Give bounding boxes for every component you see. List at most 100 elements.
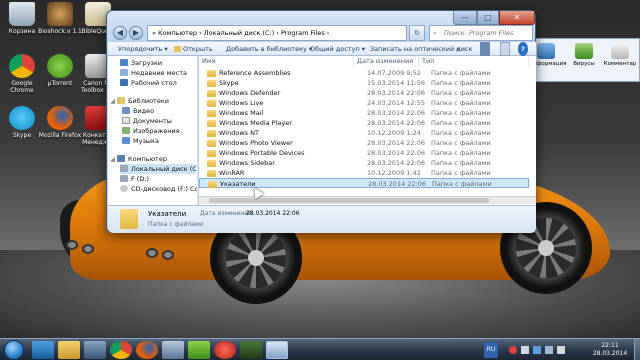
file-date: 15.03.2014 11:56	[367, 79, 426, 87]
network-icon[interactable]	[544, 346, 553, 354]
nav-item-drive-c[interactable]: Локальный диск (C:)	[120, 164, 197, 174]
add-to-library-button[interactable]: Добавить в библиотеку ▾	[226, 42, 312, 56]
taskbar-app-button[interactable]	[162, 341, 184, 359]
file-row[interactable]: Windows Mail 28.03.2014 22:06 Папка с файл…	[199, 108, 529, 118]
file-date: 28.03.2014 22:06	[367, 89, 426, 97]
details-type: Папка с файлами	[148, 221, 204, 228]
chrome-icon	[9, 54, 35, 78]
file-row[interactable]: Windows Live 24.03.2014 12:55 Папка с файл…	[199, 98, 529, 108]
nav-item-libraries[interactable]: ◢ Библиотеки	[110, 96, 169, 106]
minimize-button[interactable]: —	[453, 11, 477, 25]
file-name: Windows Defender	[219, 89, 281, 97]
nav-item-computer[interactable]: ◢ Компьютер	[110, 154, 167, 164]
tray-icon[interactable]	[509, 346, 518, 354]
taskbar-opera-button[interactable]	[214, 341, 236, 359]
computer-icon	[117, 155, 125, 162]
start-button[interactable]	[4, 340, 24, 360]
maximize-button[interactable]: □	[477, 11, 499, 25]
file-type: Папка с файлами	[431, 119, 491, 127]
search-placeholder: Поиск: Program Files	[444, 29, 514, 37]
refresh-button[interactable]: ↻	[409, 25, 425, 41]
help-icon[interactable]: ?	[518, 42, 528, 56]
file-row[interactable]: WinRAR 10.12.2009 1:42 Папка с файлами	[199, 168, 529, 178]
back-button[interactable]: ◀	[113, 26, 127, 40]
file-date: 10.12.2009 1:24	[367, 129, 421, 137]
nav-item-documents[interactable]: Документы	[122, 116, 172, 126]
horizontal-scrollbar[interactable]	[199, 196, 536, 204]
address-bar[interactable]: « Компьютер › Локальный диск (C:) › Prog…	[147, 25, 407, 41]
preview-pane-icon[interactable]	[500, 42, 510, 56]
taskbar-explorer-window-button[interactable]	[266, 341, 288, 359]
nav-item-desktop[interactable]: Рабочий стол	[120, 78, 177, 88]
utorrent-icon	[47, 54, 73, 78]
file-row[interactable]: Windows Sidebar 28.03.2014 22:06 Папка с ф…	[199, 158, 529, 168]
command-bar: Упорядочить ▾ Открыть Добавить в библиот…	[108, 42, 536, 56]
file-name: WinRAR	[219, 169, 245, 177]
close-button[interactable]: ✕	[499, 11, 535, 25]
file-type: Папка с файлами	[431, 149, 491, 157]
search-input[interactable]: ⌕ Поиск: Program Files	[429, 25, 533, 41]
taskbar-firefox-button[interactable]	[136, 341, 158, 359]
forward-button[interactable]: ▶	[129, 26, 143, 40]
file-row[interactable]: Windows Defender 28.03.2014 22:06 Папка с …	[199, 88, 529, 98]
folder-icon	[207, 120, 216, 127]
volume-icon[interactable]	[556, 346, 565, 354]
file-name: Reference Assemblies	[219, 69, 291, 77]
taskbar-ie-button[interactable]	[32, 341, 54, 359]
column-header-name[interactable]: Имя	[199, 56, 354, 67]
file-row[interactable]: Windows Photo Viewer 28.03.2014 22:06 Папк…	[199, 138, 529, 148]
scrollbar-thumb[interactable]	[209, 198, 489, 203]
clock-date: 28.03.2014	[592, 350, 628, 357]
taskbar-chrome-button[interactable]	[110, 341, 132, 359]
hard-drive-icon	[120, 175, 128, 182]
taskbar-media-button[interactable]	[84, 341, 106, 359]
column-header-type[interactable]: Тип	[419, 56, 529, 67]
file-row[interactable]: Windows NT 10.12.2009 1:24 Папка с файлами	[199, 128, 529, 138]
nav-item-cd-drive[interactable]: CD-дисковод (F:) Conv	[120, 184, 198, 194]
view-options-icon[interactable]	[480, 42, 490, 56]
taskbar-explorer-button[interactable]	[58, 341, 80, 359]
nav-item-drive-d[interactable]: F (D:)	[120, 174, 149, 184]
file-name: Windows Live	[219, 99, 264, 107]
organize-button[interactable]: Упорядочить ▾	[118, 42, 168, 56]
file-date: 10.12.2009 1:42	[367, 169, 421, 177]
file-row[interactable]: Windows Portable Devices 28.03.2014 22:06…	[199, 148, 529, 158]
clock[interactable]: 22:11 28.03.2014	[588, 342, 632, 358]
file-name: Windows Portable Devices	[219, 149, 305, 157]
nav-item-pictures[interactable]: Изображения	[122, 126, 180, 136]
folder-icon	[208, 181, 217, 188]
more-commands-button[interactable]: »	[456, 42, 460, 56]
language-indicator[interactable]: RU	[484, 342, 498, 358]
video-icon	[122, 107, 130, 114]
file-row[interactable]: Указатели 28.03.2014 22:06 Папка с файлами	[199, 178, 529, 188]
nav-item-label: F (D:)	[131, 175, 150, 183]
tray-icon[interactable]	[533, 346, 541, 354]
file-name: Windows Photo Viewer	[219, 139, 293, 147]
comment-button[interactable]: Комментар	[603, 43, 637, 67]
file-row[interactable]: Reference Assemblies 14.07.2009 9:52 Папка…	[199, 68, 529, 78]
taskbar-utorrent-button[interactable]	[188, 341, 210, 359]
nav-item-recent-places[interactable]: Недавние места	[120, 68, 187, 78]
show-desktop-button[interactable]	[634, 339, 640, 360]
system-tray	[502, 342, 572, 358]
nav-item-video[interactable]: Видео	[122, 106, 154, 116]
nav-item-music[interactable]: Музыка	[122, 136, 159, 146]
pictures-icon	[122, 127, 130, 134]
comment-button-label: Комментар	[603, 61, 637, 67]
folder-icon	[207, 140, 216, 147]
firefox-icon	[47, 106, 73, 130]
share-button[interactable]: Общий доступ ▾	[310, 42, 365, 56]
open-button[interactable]: Открыть	[174, 42, 213, 56]
file-type: Папка с файлами	[432, 180, 492, 188]
taskbar-app2-button[interactable]	[240, 341, 262, 359]
file-row[interactable]: Windows Media Player 28.03.2014 22:06 Папк…	[199, 118, 529, 128]
virus-button[interactable]: Вирусы	[567, 43, 601, 67]
file-name: Windows Mail	[219, 109, 264, 117]
column-header-date[interactable]: Дата изменения	[354, 56, 419, 67]
file-row[interactable]: Skype 15.03.2014 11:56 Папка с файлами	[199, 78, 529, 88]
nav-item-label: CD-дисковод (F:) Conv	[131, 185, 198, 193]
tray-icon[interactable]	[521, 346, 530, 354]
recycle-bin-icon	[9, 2, 35, 26]
navigation-pane: Загрузки Недавние места Рабочий стол ◢ Би…	[108, 56, 198, 205]
nav-item-downloads[interactable]: Загрузки	[120, 58, 162, 68]
